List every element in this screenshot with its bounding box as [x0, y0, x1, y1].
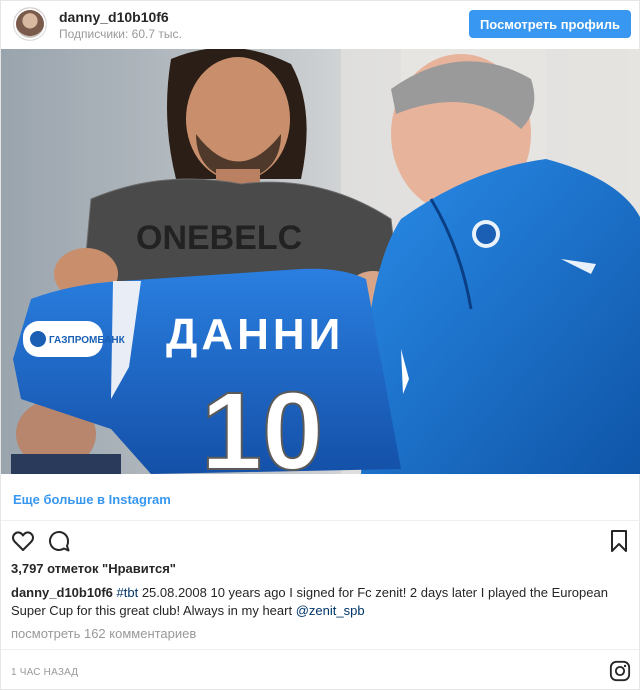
- instagram-embed: danny_d10b10f6 Подписчики: 60.7 тыс. Пос…: [0, 0, 640, 690]
- caption-username[interactable]: danny_d10b10f6: [11, 585, 113, 600]
- post-timestamp[interactable]: 1 ЧАС НАЗАД: [11, 667, 78, 678]
- caption-mention[interactable]: @zenit_spb: [296, 603, 365, 618]
- followers-count: Подписчики: 60.7 тыс.: [59, 27, 182, 41]
- post-caption: danny_d10b10f6 #tbt 25.08.2008 10 years …: [11, 584, 631, 620]
- likes-count[interactable]: 3,797 отметок "Нравится": [11, 561, 176, 576]
- username[interactable]: danny_d10b10f6: [59, 9, 169, 25]
- more-section: Еще больше в Instagram: [1, 474, 640, 521]
- avatar[interactable]: [13, 7, 47, 41]
- caption-hashtag[interactable]: #tbt: [117, 585, 139, 600]
- more-on-instagram-link[interactable]: Еще больше в Instagram: [13, 492, 171, 507]
- post-header: danny_d10b10f6 Подписчики: 60.7 тыс. Пос…: [1, 1, 640, 49]
- shirt-text: ONEBELC: [136, 219, 302, 257]
- instagram-logo-icon[interactable]: [609, 660, 631, 682]
- jersey-name: ДАННИ: [166, 310, 344, 359]
- post-footer: 1 ЧАС НАЗАД: [1, 649, 640, 690]
- action-bar: [1, 521, 640, 557]
- heart-icon[interactable]: [11, 529, 35, 553]
- jersey-number: 10: [201, 370, 323, 474]
- view-profile-button[interactable]: Посмотреть профиль: [469, 10, 631, 38]
- sponsor-text: ГАЗПРОМБАНК: [49, 335, 126, 346]
- bookmark-icon[interactable]: [607, 529, 631, 553]
- post-photo[interactable]: ONEBELC ГАЗПРОМБАНК ДАННИ 10: [1, 49, 640, 474]
- view-comments-link[interactable]: посмотреть 162 комментариев: [11, 626, 196, 641]
- comment-icon[interactable]: [47, 529, 71, 553]
